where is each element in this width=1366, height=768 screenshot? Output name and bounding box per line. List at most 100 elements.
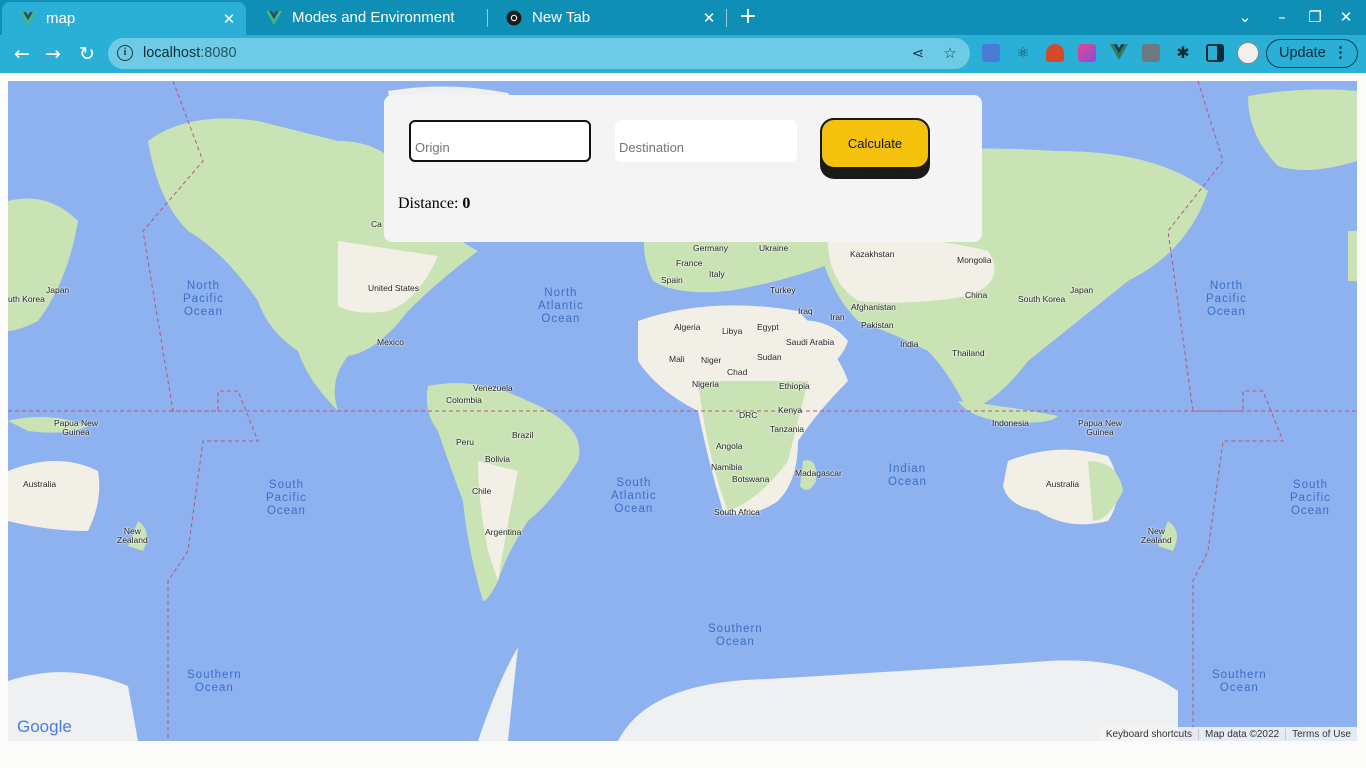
map-label-egypt: Egypt — [757, 322, 779, 332]
map-label-mali: Mali — [669, 354, 685, 364]
map-label-new-zealand-west: New Zealand — [117, 526, 148, 545]
map-label-argentina: Argentina — [485, 527, 522, 537]
tab-map[interactable]: map ✕ — [2, 2, 246, 35]
vue-devtools-icon[interactable] — [1110, 44, 1128, 62]
tab-title: New Tab — [532, 9, 591, 26]
lighthouse-extension-icon[interactable] — [1046, 44, 1064, 62]
close-icon[interactable]: ✕ — [220, 10, 238, 28]
ocean-label-southern-east: Southern Ocean — [1212, 669, 1267, 694]
map-label-ethiopia: Ethiopia — [779, 381, 810, 391]
map-label-bolivia: Bolivia — [485, 454, 511, 464]
map-label-italy: Italy — [709, 269, 725, 279]
map-label-angola: Angola — [716, 441, 743, 451]
vue-icon — [266, 10, 282, 26]
site-info-icon[interactable]: i — [117, 45, 133, 61]
ocean-label-southern: Southern Ocean — [708, 623, 763, 648]
ocean-label-south-atlantic: South Atlantic Ocean — [611, 477, 657, 515]
map-label-drc: DRC — [739, 410, 758, 420]
tab-title: map — [46, 10, 76, 27]
map-label-indonesia: Indonesia — [992, 418, 1029, 428]
map-label-new-zealand: New Zealand — [1141, 526, 1172, 545]
map-label-brazil: Brazil — [512, 430, 534, 440]
ocean-label-southern-west: Southern Ocean — [187, 669, 242, 694]
map-label-venezuela: Venezuela — [473, 383, 513, 393]
map-label-saudi-arabia: Saudi Arabia — [786, 337, 835, 347]
terms-of-use-link[interactable]: Terms of Use — [1285, 728, 1357, 740]
tab-strip: map ✕ Modes and Environment New Tab ✕ + … — [0, 0, 1366, 35]
origin-input[interactable] — [409, 120, 591, 162]
puzzle-extensions-icon[interactable]: ✱ — [1174, 44, 1192, 62]
map-label-chile: Chile — [472, 486, 492, 496]
vue-icon — [20, 11, 36, 27]
map-label-colombia: Colombia — [446, 395, 482, 405]
map-label-afghanistan: Afghanistan — [851, 302, 896, 312]
map-label-iran: Iran — [830, 312, 845, 322]
map-label-thailand: Thailand — [952, 348, 985, 358]
chevron-down-icon[interactable]: ⌄ — [1235, 7, 1255, 27]
map-label-spain: Spain — [661, 275, 683, 285]
map-label-turkey: Turkey — [770, 285, 796, 295]
map-label-papua-new-guinea-west: Papua New Guinea — [54, 418, 98, 437]
window-close-icon[interactable]: ✕ — [1336, 7, 1356, 27]
new-tab-icon[interactable]: + — [738, 6, 758, 28]
map-label-ukraine: Ukraine — [759, 243, 789, 253]
tab-new-tab[interactable]: New Tab ✕ — [488, 0, 726, 35]
calculate-button[interactable]: Calculate — [820, 118, 930, 179]
map-label-south-korea: South Korea — [1018, 294, 1066, 304]
address-bar[interactable]: i localhost:8080 ⋖ ☆ — [108, 38, 970, 69]
map-label-namibia: Namibia — [711, 462, 743, 472]
map-label-libya: Libya — [722, 326, 743, 336]
tab-separator — [726, 9, 727, 27]
map-label-pakistan: Pakistan — [861, 320, 894, 330]
share-icon[interactable]: ⋖ — [909, 44, 927, 62]
map-label-algeria: Algeria — [674, 322, 701, 332]
keyboard-shortcuts-link[interactable]: Keyboard shortcuts — [1100, 729, 1198, 740]
tab-modes-and-environment[interactable]: Modes and Environment — [248, 0, 486, 35]
world-map[interactable]: Ca United States Mexico Venezuela Colomb… — [8, 81, 1357, 741]
map-label-chad: Chad — [727, 367, 748, 377]
back-arrow-icon[interactable]: ← — [10, 42, 34, 66]
forward-arrow-icon[interactable]: → — [41, 42, 65, 66]
page-content: Ca United States Mexico Venezuela Colomb… — [0, 73, 1366, 768]
ocean-label-north-atlantic: North Atlantic Ocean — [538, 287, 584, 325]
restore-icon[interactable]: ❐ — [1305, 7, 1325, 27]
map-label-botswana: Botswana — [732, 474, 770, 484]
ocean-label-indian: Indian Ocean — [888, 463, 927, 488]
react-devtools-icon[interactable]: ⚛ — [1014, 44, 1032, 62]
side-panel-icon[interactable] — [1206, 44, 1224, 62]
map-label-south-korea-west: uth Korea — [8, 294, 45, 304]
map-label-tanzania: Tanzania — [770, 424, 805, 434]
ocean-label-north-pacific: North Pacific Ocean — [183, 280, 224, 318]
map-data-text: Map data ©2022 — [1198, 728, 1285, 740]
route-form-card: Calculate Distance: 0 — [384, 95, 982, 242]
tab-title: Modes and Environment — [292, 9, 455, 26]
google-logo[interactable]: Google — [17, 717, 72, 737]
screenshot-extension-icon[interactable] — [1142, 44, 1160, 62]
destination-input[interactable] — [615, 120, 797, 162]
map-label-japan-west: Japan — [46, 285, 70, 295]
chrome-icon — [506, 10, 522, 26]
ocean-label-south-pacific: South Pacific Ocean — [266, 479, 307, 517]
minimize-icon[interactable]: – — [1272, 7, 1292, 27]
map-label-germany: Germany — [693, 243, 728, 253]
ocean-label-north-pacific-east: North Pacific Ocean — [1206, 280, 1247, 318]
close-icon[interactable]: ✕ — [700, 9, 718, 27]
distance-readout: Distance: 0 — [398, 195, 470, 213]
update-button[interactable]: Update ⋮ — [1266, 39, 1358, 68]
color-extension-icon[interactable] — [1078, 44, 1096, 62]
distance-value: 0 — [462, 195, 471, 212]
map-label-canada: Ca — [371, 219, 382, 229]
map-label-kazakhstan: Kazakhstan — [850, 249, 895, 259]
more-menu-icon[interactable]: ⋮ — [1333, 40, 1348, 66]
reload-icon[interactable]: ↻ — [75, 42, 99, 66]
map-label-peru: Peru — [456, 437, 474, 447]
ocean-label-south-pacific-east: South Pacific Ocean — [1290, 479, 1331, 517]
avatar[interactable] — [1237, 42, 1259, 64]
map-label-kenya: Kenya — [778, 405, 803, 415]
map-label-australia: Australia — [1046, 479, 1080, 489]
bookmark-star-icon[interactable]: ☆ — [941, 44, 959, 62]
map-label-papua-new-guinea: Papua New Guinea — [1078, 418, 1122, 437]
map-label-china: China — [965, 290, 988, 300]
map-label-india: India — [900, 339, 919, 349]
translate-extension-icon[interactable] — [982, 44, 1000, 62]
